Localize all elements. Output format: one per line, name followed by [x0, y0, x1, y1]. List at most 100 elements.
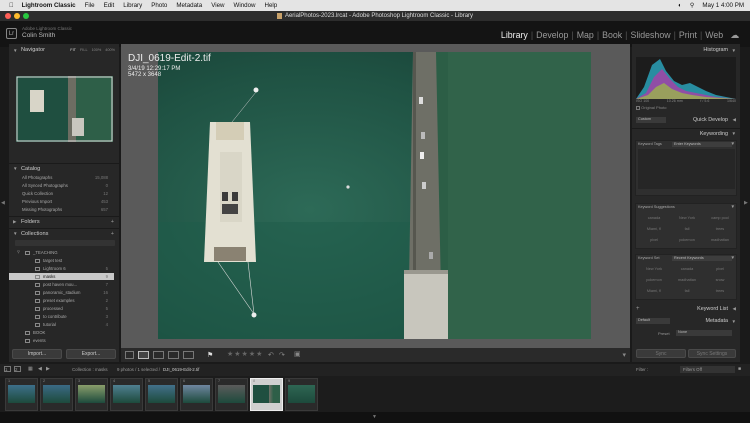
collection-item[interactable]: target test	[9, 257, 114, 264]
folders-header[interactable]: ▶ Folders +	[9, 216, 119, 226]
histogram-graph[interactable]	[636, 57, 736, 99]
survey-view-icon[interactable]	[168, 351, 179, 359]
filmstrip-thumbnail[interactable]: 5	[145, 378, 178, 411]
keyword-list-header[interactable]: Keyword List ◀	[632, 304, 740, 314]
filmstrip-thumbnail[interactable]: 2	[40, 378, 73, 411]
flag-icon[interactable]: ⚑	[207, 351, 213, 359]
zoom-400[interactable]: 400%	[105, 48, 115, 52]
metadata-header[interactable]: Metadata ▼	[632, 316, 740, 326]
compare-view-icon[interactable]	[153, 351, 164, 359]
forward-arrow-icon[interactable]: ▶	[46, 366, 50, 372]
loupe-view-icon[interactable]	[138, 351, 149, 359]
menu-help[interactable]: Help	[265, 2, 278, 9]
bottom-panel-toggle[interactable]: ▼	[0, 412, 750, 423]
module-library[interactable]: Library	[498, 30, 531, 41]
zoom-fit[interactable]: FIT	[70, 48, 76, 52]
keyword-chip[interactable]: canada	[671, 267, 703, 271]
keyword-chip[interactable]: New York	[671, 216, 703, 220]
keyword-tags-chevron-icon[interactable]: ▼	[730, 141, 735, 146]
keyword-chip[interactable]: pokemon	[638, 278, 670, 282]
collection-item[interactable]: post haven mou... 7	[9, 281, 114, 288]
original-photo-checkbox[interactable]: Original Photo	[636, 105, 666, 110]
menu-file[interactable]: File	[85, 2, 95, 9]
keyword-chip[interactable]: fall	[671, 227, 703, 231]
module-slideshow[interactable]: Slideshow	[627, 30, 673, 41]
quick-develop-header[interactable]: Quick Develop ◀	[632, 115, 740, 125]
filmstrip-thumbnail[interactable]: 6	[180, 378, 213, 411]
keyword-chip[interactable]: trees	[704, 227, 736, 231]
histogram-header[interactable]: Histogram ▼	[632, 45, 740, 55]
collection-item[interactable]: Lightroom 6 5	[9, 265, 114, 272]
keyword-chip[interactable]: madhattan	[704, 238, 736, 242]
collection-item[interactable]: BOOK	[9, 329, 114, 336]
wifi-icon[interactable]: ◐	[678, 2, 682, 9]
keyword-tags-select[interactable]: Enter Keywords	[672, 142, 732, 147]
collection-item[interactable]: masks 9	[9, 273, 114, 280]
navigator-header[interactable]: ▼ Navigator FIT FILL 100% 400%	[9, 45, 119, 55]
rotate-right-icon[interactable]: ↷	[279, 351, 285, 359]
menu-app-name[interactable]: Lightroom Classic	[22, 2, 76, 9]
module-web[interactable]: Web	[702, 30, 726, 41]
menu-window[interactable]: Window	[234, 2, 256, 9]
filter-lock-icon[interactable]: ■	[738, 366, 741, 372]
navigator-preview[interactable]	[16, 76, 113, 142]
chevron-down-icon[interactable]: ▼	[372, 414, 377, 420]
keyword-chip[interactable]: canada	[638, 216, 670, 220]
rotate-left-icon[interactable]: ↶	[268, 351, 274, 359]
collection-item[interactable]: to contribute 3	[9, 313, 114, 320]
people-view-icon[interactable]	[183, 351, 194, 359]
minimize-window-button[interactable]	[14, 13, 20, 19]
menu-edit[interactable]: Edit	[104, 2, 115, 9]
keyword-chip[interactable]: Miami, fl	[638, 227, 670, 231]
keywording-header[interactable]: Keywording ▼	[632, 128, 740, 138]
selected-filename[interactable]: DJI_0619-Edit-2.tif	[163, 367, 199, 372]
keyword-chip[interactable]: pokemon	[671, 238, 703, 242]
collections-filter-input[interactable]: ⚲	[15, 240, 115, 254]
module-book[interactable]: Book	[599, 30, 625, 41]
filmstrip-thumbnail[interactable]: 3	[75, 378, 108, 411]
keyword-chip[interactable]: fall	[671, 289, 703, 293]
catalog-item[interactable]: Previous Import 453	[9, 198, 114, 205]
keyword-set-chevron-icon[interactable]: ▼	[730, 255, 735, 260]
search-icon[interactable]: ⚲	[690, 2, 695, 9]
filter-select[interactable]: Filters Off	[680, 366, 735, 373]
filmstrip-thumbnail[interactable]: 8	[250, 378, 283, 411]
collection-item[interactable]: preset examples 2	[9, 297, 114, 304]
back-arrow-icon[interactable]: ◀	[38, 366, 42, 372]
catalog-item[interactable]: Quick Collection 12	[9, 190, 114, 197]
filmstrip-thumbnail[interactable]: 7	[215, 378, 248, 411]
module-map[interactable]: Map	[574, 30, 597, 41]
collection-item[interactable]: processed 5	[9, 305, 114, 312]
export-button[interactable]: Export...	[66, 349, 116, 359]
collection-item[interactable]: panoramic_stadium 16	[9, 289, 114, 296]
keyword-chip[interactable]: Miami, fl	[638, 289, 670, 293]
catalog-item[interactable]: All Photographs 15,088	[9, 174, 114, 181]
collections-header[interactable]: ▼ Collections +	[9, 228, 119, 238]
catalog-item[interactable]: All Synced Photographs 0	[9, 182, 114, 189]
filmstrip-thumbnail[interactable]: 9	[285, 378, 318, 411]
keyword-chip[interactable]: camp pool	[704, 216, 736, 220]
keyword-chip[interactable]: snow	[704, 278, 736, 282]
keyword-chip[interactable]: madhattan	[671, 278, 703, 282]
add-collection-icon[interactable]: +	[111, 231, 119, 237]
close-window-button[interactable]	[5, 13, 11, 19]
module-develop[interactable]: Develop	[533, 30, 571, 41]
keyword-tags-field[interactable]	[638, 149, 735, 189]
keyword-chip[interactable]: New York	[638, 267, 670, 271]
page-2-button[interactable]: 2	[14, 366, 21, 372]
keyword-chip[interactable]: pixel	[638, 238, 670, 242]
keyword-set-select[interactable]: Recent Keywords	[672, 256, 732, 261]
zoom-fill[interactable]: FILL	[80, 48, 88, 52]
catalog-header[interactable]: ▼ Catalog	[9, 163, 119, 173]
breadcrumb-collection[interactable]: Collection : masks	[72, 367, 108, 372]
filmstrip-thumbnail[interactable]: 4	[110, 378, 143, 411]
catalog-item[interactable]: Missing Photographs 657	[9, 206, 114, 213]
sync-button[interactable]: Sync	[636, 349, 686, 358]
cloud-icon[interactable]: ☁	[726, 30, 742, 41]
grid-view-icon[interactable]	[125, 351, 134, 359]
metadata-preset-value[interactable]: None	[676, 330, 732, 336]
collection-item[interactable]: events	[9, 337, 114, 344]
grid-icon[interactable]: ▦	[28, 366, 33, 372]
filmstrip-thumbnail[interactable]: 1	[5, 378, 38, 411]
main-photo[interactable]	[158, 52, 591, 339]
